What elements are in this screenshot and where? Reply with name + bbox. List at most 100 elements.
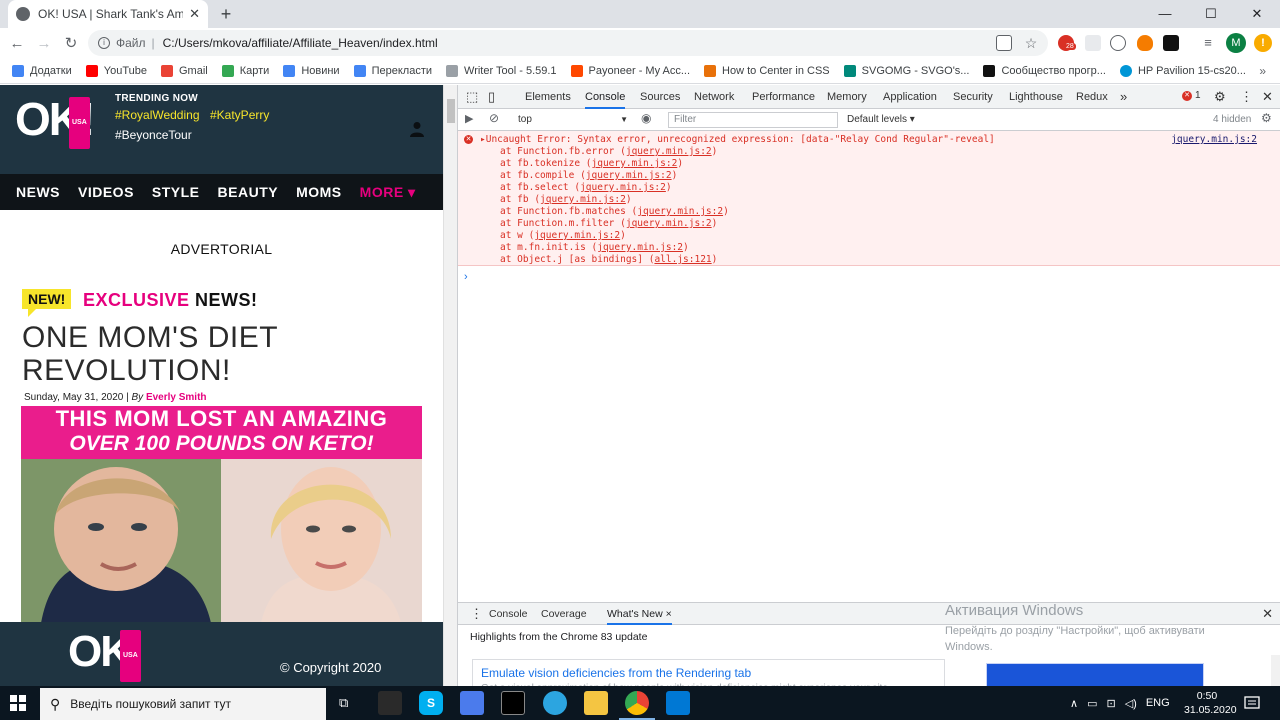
translate-icon[interactable]: [996, 35, 1012, 51]
bookmark-svgomg[interactable]: SVGOMG - SVGO's...: [843, 64, 969, 77]
close-drawer-icon[interactable]: ✕: [1262, 606, 1273, 622]
site-info-icon[interactable]: i: [98, 37, 110, 49]
bookmark-news[interactable]: Новини: [283, 64, 340, 77]
show-hidden-icons-icon[interactable]: ∧: [1070, 697, 1078, 710]
task-view-icon[interactable]: ⧉: [339, 695, 348, 711]
author-link[interactable]: Everly Smith: [146, 392, 207, 403]
user-account-icon[interactable]: [410, 121, 424, 137]
tab-network[interactable]: Network: [694, 85, 734, 109]
stack-frame-link[interactable]: jquery.min.js:2: [626, 146, 712, 157]
taskbar-search-box[interactable]: ⚲ Введіть пошуковий запит тут: [40, 688, 326, 720]
console-prompt[interactable]: ›: [464, 271, 468, 283]
trending-tag[interactable]: #KatyPerry: [210, 108, 269, 122]
language-indicator[interactable]: ENG: [1146, 697, 1170, 709]
console-filter-input[interactable]: Filter: [668, 112, 838, 128]
tab-console[interactable]: Console: [585, 85, 626, 109]
volume-icon[interactable]: ◁): [1125, 697, 1137, 710]
back-icon[interactable]: ←: [6, 33, 28, 55]
forward-icon[interactable]: →: [33, 33, 55, 55]
drawer-tab-whats-new[interactable]: What's New ×: [607, 603, 672, 625]
url-text[interactable]: C:/Users/mkova/affiliate/Affiliate_Heave…: [163, 36, 438, 50]
tab-sources[interactable]: Sources: [640, 85, 680, 109]
close-devtools-icon[interactable]: ✕: [1262, 85, 1273, 109]
bookmark-translate[interactable]: Перекласти: [353, 64, 432, 77]
nav-moms[interactable]: MOMS: [296, 184, 342, 200]
reload-icon[interactable]: ↻: [60, 33, 82, 55]
close-window-icon[interactable]: ✕: [1234, 0, 1280, 28]
stack-frame-link[interactable]: all.js:121: [654, 254, 711, 265]
taskbar-app-diamond-icon[interactable]: [460, 691, 484, 715]
more-tabs-icon[interactable]: »: [1120, 85, 1127, 109]
windows-start-icon[interactable]: [10, 695, 26, 711]
nav-news[interactable]: NEWS: [16, 184, 60, 200]
tab-redux[interactable]: Redux: [1076, 85, 1108, 109]
nav-videos[interactable]: VIDEOS: [78, 184, 134, 200]
bookmark-payoneer[interactable]: Payoneer - My Acc...: [570, 64, 690, 77]
settings-gear-icon[interactable]: ⚙: [1214, 85, 1226, 109]
trending-tag[interactable]: #BeyonceTour: [115, 128, 192, 142]
extension-icon[interactable]: [1085, 35, 1101, 51]
trending-tag[interactable]: #RoyalWedding: [115, 108, 200, 122]
chrome-icon[interactable]: [619, 691, 655, 720]
extension-bug-icon[interactable]: [1110, 35, 1126, 51]
bookmark-gmail[interactable]: Gmail: [160, 64, 208, 77]
bookmarks-overflow-icon[interactable]: »: [1259, 64, 1266, 78]
extension-fire-icon[interactable]: [1137, 35, 1153, 51]
drawer-scrollbar[interactable]: [1271, 655, 1280, 687]
terminal-icon[interactable]: [501, 691, 525, 715]
network-icon[interactable]: ⊡: [1106, 697, 1115, 710]
bookmark-apps[interactable]: Додатки: [12, 64, 72, 77]
maximize-window-icon[interactable]: ☐: [1188, 0, 1234, 28]
footer-ok-logo[interactable]: OK! USA: [68, 626, 145, 682]
battery-icon[interactable]: ▭: [1087, 697, 1097, 710]
close-tab-icon[interactable]: ✕: [189, 6, 200, 22]
nav-style[interactable]: STYLE: [152, 184, 200, 200]
browser-tab[interactable]: OK! USA | Shark Tank's Amazing ✕: [8, 0, 208, 28]
eye-live-expression-icon[interactable]: ◉: [641, 111, 651, 125]
file-explorer-icon[interactable]: [584, 691, 608, 715]
error-message-text[interactable]: ▸Uncaught Error: Syntax error, unrecogni…: [480, 134, 995, 145]
taskbar-app-glasses-icon[interactable]: [378, 691, 402, 715]
log-levels-dropdown[interactable]: Default levels ▾: [847, 112, 915, 128]
stack-frame-link[interactable]: jquery.min.js:2: [586, 170, 672, 181]
clear-console-icon[interactable]: ⊘: [489, 111, 499, 125]
extension-badge-icon[interactable]: 28: [1058, 35, 1076, 51]
address-bar[interactable]: i Файл | C:/Users/mkova/affiliate/Affili…: [88, 30, 1048, 56]
bookmark-hp-pavilion[interactable]: HP Pavilion 15-cs20...: [1119, 64, 1246, 77]
reading-list-icon[interactable]: ≡: [1200, 35, 1216, 51]
stack-frame-link[interactable]: jquery.min.js:2: [580, 182, 666, 193]
drawer-tab-coverage[interactable]: Coverage: [541, 603, 587, 625]
drawer-tab-console[interactable]: Console: [489, 603, 528, 625]
taskbar-clock[interactable]: 0:50 31.05.2020: [1184, 689, 1237, 717]
update-alert-icon[interactable]: !: [1254, 34, 1272, 52]
tab-security[interactable]: Security: [953, 85, 993, 109]
error-counter[interactable]: ✕ 1: [1182, 90, 1201, 101]
whats-new-title[interactable]: Emulate vision deficiencies from the Ren…: [481, 666, 936, 680]
minimize-window-icon[interactable]: —: [1142, 0, 1188, 28]
bookmark-maps[interactable]: Карти: [221, 64, 269, 77]
context-selector[interactable]: top ▼: [518, 112, 628, 128]
tab-lighthouse[interactable]: Lighthouse: [1009, 85, 1063, 109]
inspect-element-icon[interactable]: ⬚: [466, 85, 478, 109]
tab-performance[interactable]: Performance: [752, 85, 815, 109]
notification-center-icon[interactable]: [1244, 695, 1260, 711]
tab-memory[interactable]: Memory: [827, 85, 867, 109]
drawer-menu-icon[interactable]: ⋮: [470, 603, 483, 625]
bookmark-writer-tool[interactable]: Writer Tool - 5.59.1: [446, 64, 557, 77]
star-bookmark-icon[interactable]: ☆: [1023, 35, 1039, 51]
stack-frame-link[interactable]: jquery.min.js:2: [637, 206, 723, 217]
stack-frame-link[interactable]: jquery.min.js:2: [597, 242, 683, 253]
stack-frame-link[interactable]: jquery.min.js:2: [534, 230, 620, 241]
nav-more[interactable]: MORE ▾: [360, 184, 416, 201]
bookmark-center-css[interactable]: How to Center in CSS: [704, 64, 830, 77]
error-source-link[interactable]: jquery.min.js:2: [1171, 134, 1257, 145]
vscode-icon[interactable]: [666, 691, 690, 715]
console-settings-gear-icon[interactable]: ⚙: [1261, 111, 1272, 125]
bookmark-youtube[interactable]: YouTube: [85, 64, 147, 77]
new-tab-button[interactable]: +: [216, 4, 236, 24]
stack-frame-link[interactable]: jquery.min.js:2: [540, 194, 626, 205]
telegram-icon[interactable]: [543, 691, 567, 715]
tab-application[interactable]: Application: [883, 85, 937, 109]
page-scrollbar[interactable]: [443, 85, 457, 686]
page-scrollbar-thumb[interactable]: [447, 99, 455, 123]
